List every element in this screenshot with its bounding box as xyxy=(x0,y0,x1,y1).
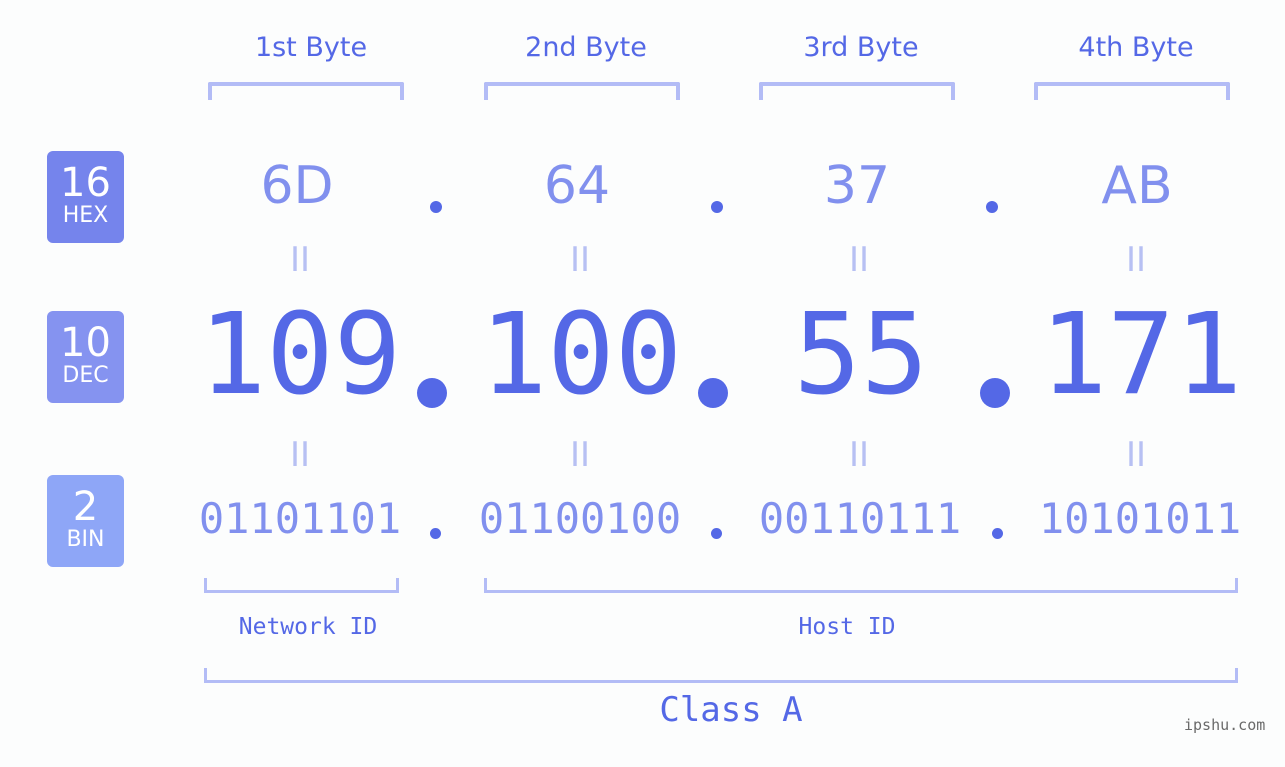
bin-separator-dot xyxy=(711,528,722,539)
class-label: Class A xyxy=(659,690,803,730)
equals-sign: II xyxy=(569,435,591,475)
bin-separator-dot xyxy=(992,528,1003,539)
hex-badge-number: 16 xyxy=(60,160,111,206)
hex-separator-dot xyxy=(711,201,723,213)
byte-label-3: 3rd Byte xyxy=(803,32,919,63)
dec-value-2: 100 xyxy=(479,290,683,420)
byte-label-4: 4th Byte xyxy=(1078,32,1194,63)
dec-separator-dot xyxy=(980,378,1010,408)
dec-separator-dot xyxy=(417,378,447,408)
byte-bracket-4 xyxy=(1034,82,1230,100)
host-id-bracket xyxy=(484,578,1238,593)
byte-label-2: 2nd Byte xyxy=(525,32,647,63)
bin-separator-dot xyxy=(430,528,441,539)
class-bracket xyxy=(204,668,1238,683)
watermark: ipshu.com xyxy=(1184,716,1266,734)
hex-value-3: 37 xyxy=(823,156,891,216)
equals-sign: II xyxy=(569,240,591,280)
bin-badge-label: BIN xyxy=(66,527,105,552)
host-id-label: Host ID xyxy=(798,614,896,640)
dec-value-4: 171 xyxy=(1039,290,1243,420)
dec-separator-dot xyxy=(698,378,728,408)
dec-value-1: 109 xyxy=(198,290,402,420)
bin-value-3: 00110111 xyxy=(758,494,962,543)
bin-value-2: 01100100 xyxy=(478,494,682,543)
network-id-bracket xyxy=(204,578,399,593)
dec-badge-label: DEC xyxy=(62,363,109,388)
equals-sign: II xyxy=(289,435,311,475)
byte-label-1: 1st Byte xyxy=(254,32,368,63)
equals-sign: II xyxy=(1125,435,1147,475)
equals-sign: II xyxy=(848,240,870,280)
dec-value-3: 55 xyxy=(793,290,929,420)
equals-sign: II xyxy=(1125,240,1147,280)
bin-value-1: 01101101 xyxy=(198,494,402,543)
byte-bracket-2 xyxy=(484,82,680,100)
equals-sign: II xyxy=(848,435,870,475)
hex-separator-dot xyxy=(986,201,998,213)
byte-bracket-1 xyxy=(208,82,404,100)
dec-badge-number: 10 xyxy=(60,320,111,366)
byte-bracket-3 xyxy=(759,82,955,100)
hex-value-1: 6D xyxy=(260,156,334,216)
bin-value-4: 10101011 xyxy=(1038,494,1242,543)
bin-badge: 2 BIN xyxy=(47,475,124,567)
hex-value-2: 64 xyxy=(543,156,611,216)
equals-sign: II xyxy=(289,240,311,280)
hex-value-4: AB xyxy=(1101,156,1173,216)
hex-separator-dot xyxy=(430,201,442,213)
dec-badge: 10 DEC xyxy=(47,311,124,403)
hex-badge-label: HEX xyxy=(62,203,109,228)
network-id-label: Network ID xyxy=(238,614,378,640)
hex-badge: 16 HEX xyxy=(47,151,124,243)
bin-badge-number: 2 xyxy=(72,484,99,530)
